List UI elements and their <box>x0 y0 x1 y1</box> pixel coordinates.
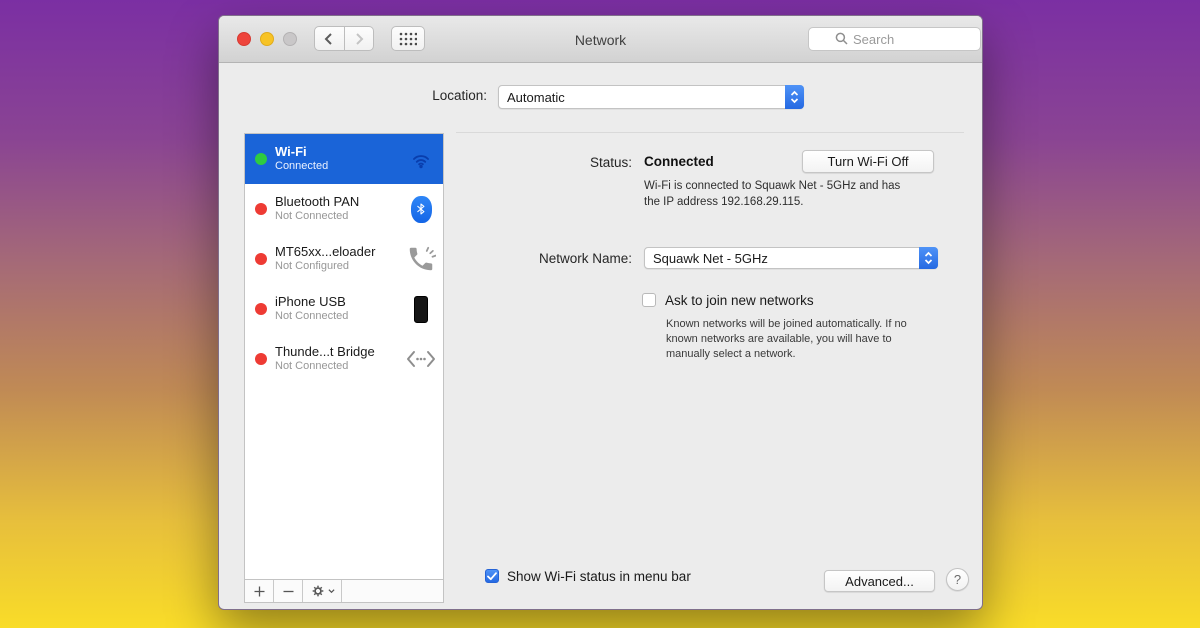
sidebar-item-wifi[interactable]: Wi-Fi Connected <box>245 134 443 184</box>
service-status: Not Connected <box>275 210 405 224</box>
modem-phone-icon <box>405 244 437 274</box>
forward-button[interactable] <box>345 26 375 51</box>
action-menu-button[interactable] <box>303 580 342 602</box>
back-button[interactable] <box>314 26 345 51</box>
status-description: Wi-Fi is connected to Squawk Net - 5GHz … <box>644 179 912 210</box>
service-text: iPhone USB Not Connected <box>275 294 405 324</box>
status-dot-red <box>255 203 267 215</box>
status-dot-green <box>255 153 267 165</box>
turn-wifi-off-button[interactable]: Turn Wi-Fi Off <box>802 150 934 173</box>
stepper-icon <box>785 85 804 109</box>
chevron-left-icon <box>323 32 335 46</box>
location-label: Location: <box>432 88 487 103</box>
ask-join-label[interactable]: Ask to join new networks <box>665 293 814 308</box>
network-name-label: Network Name: <box>539 251 632 266</box>
checkmark-icon <box>487 572 497 581</box>
service-list: Wi-Fi Connected <box>245 134 443 579</box>
minus-icon <box>283 586 294 597</box>
help-button[interactable]: ? <box>946 568 969 591</box>
location-value: Automatic <box>499 90 785 105</box>
service-status: Connected <box>275 160 405 174</box>
service-text: Bluetooth PAN Not Connected <box>275 194 405 224</box>
chevron-down-icon <box>328 588 335 594</box>
wifi-icon <box>405 147 437 171</box>
nav-segment <box>314 26 374 51</box>
show-wifi-menubar-checkbox[interactable] <box>485 569 499 583</box>
titlebar: Network <box>219 16 982 63</box>
search-input[interactable] <box>808 27 981 51</box>
status-value: Connected <box>644 154 714 169</box>
service-status: Not Connected <box>275 360 405 374</box>
ask-join-checkbox[interactable] <box>642 293 656 307</box>
location-dropdown[interactable]: Automatic <box>498 85 804 109</box>
network-preferences-window: Network Location: Automatic <box>218 15 983 610</box>
network-name-dropdown[interactable]: Squawk Net - 5GHz <box>644 247 938 269</box>
chevron-right-icon <box>353 32 365 46</box>
bluetooth-icon <box>405 196 437 223</box>
service-name: Bluetooth PAN <box>275 194 405 210</box>
advanced-button[interactable]: Advanced... <box>824 570 935 592</box>
gear-icon <box>310 583 326 599</box>
sidebar-item-thunderbolt-bridge[interactable]: Thunde...t Bridge Not Connected <box>245 334 443 384</box>
service-name: iPhone USB <box>275 294 405 310</box>
services-sidebar: Wi-Fi Connected <box>244 133 444 603</box>
service-text: MT65xx...eloader Not Configured <box>275 244 405 274</box>
sidebar-footer <box>245 579 443 602</box>
show-wifi-menubar-label[interactable]: Show Wi-Fi status in menu bar <box>507 569 691 584</box>
status-dot-red <box>255 303 267 315</box>
iphone-icon <box>405 296 437 323</box>
sidebar-item-mt65xx[interactable]: MT65xx...eloader Not Configured <box>245 234 443 284</box>
search-field-wrap <box>808 27 981 51</box>
minimize-button[interactable] <box>260 32 274 46</box>
grid-icon <box>399 32 417 46</box>
service-name: Thunde...t Bridge <box>275 344 405 360</box>
stepper-icon <box>919 247 938 269</box>
service-name: Wi-Fi <box>275 144 405 160</box>
plus-icon <box>254 586 265 597</box>
close-button[interactable] <box>237 32 251 46</box>
service-text: Thunde...t Bridge Not Connected <box>275 344 405 374</box>
service-status: Not Connected <box>275 310 405 324</box>
service-status: Not Configured <box>275 260 405 274</box>
sidebar-item-iphone-usb[interactable]: iPhone USB Not Connected <box>245 284 443 334</box>
ask-join-help-text: Known networks will be joined automatica… <box>666 317 932 362</box>
status-label: Status: <box>590 155 632 170</box>
content-divider <box>456 132 964 133</box>
status-dot-red <box>255 353 267 365</box>
remove-service-button[interactable] <box>274 580 303 602</box>
zoom-button <box>283 32 297 46</box>
window-title: Network <box>419 16 782 63</box>
search-icon <box>835 32 848 45</box>
add-service-button[interactable] <box>245 580 274 602</box>
service-name: MT65xx...eloader <box>275 244 405 260</box>
status-dot-red <box>255 253 267 265</box>
bridge-icon <box>405 348 437 370</box>
service-text: Wi-Fi Connected <box>275 144 405 174</box>
network-name-value: Squawk Net - 5GHz <box>645 251 919 266</box>
sidebar-item-bluetooth-pan[interactable]: Bluetooth PAN Not Connected <box>245 184 443 234</box>
desktop-background: Network Location: Automatic <box>0 0 1200 628</box>
